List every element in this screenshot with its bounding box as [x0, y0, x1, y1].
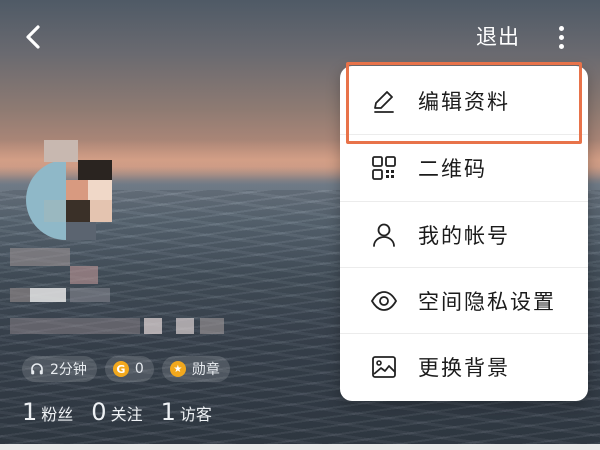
- menu-item-qr-code[interactable]: 二维码: [340, 135, 588, 201]
- image-icon: [370, 353, 398, 381]
- listen-time-badge[interactable]: 2分钟: [22, 356, 97, 382]
- profile-screen: 退出 2分钟 G 0 ★ 勋章 1 粉丝 0 关注 1 访客 编辑资料 二维码 …: [0, 0, 600, 450]
- menu-item-label: 我的帐号: [418, 224, 510, 248]
- bottom-strip: [0, 444, 600, 450]
- visitors-stat[interactable]: 1 访客: [161, 398, 212, 426]
- menu-item-label: 更换背景: [418, 356, 510, 380]
- menu-item-my-account[interactable]: 我的帐号: [340, 202, 588, 268]
- more-vertical-icon: [558, 25, 564, 31]
- medal-icon: ★: [169, 361, 186, 377]
- fans-label: 粉丝: [41, 405, 74, 424]
- fans-stat[interactable]: 1 粉丝: [22, 398, 73, 426]
- medal-label: 勋章: [191, 362, 220, 378]
- following-stat[interactable]: 0 关注: [91, 398, 142, 426]
- exit-button[interactable]: 退出: [476, 22, 520, 52]
- headphones-icon: [31, 363, 43, 375]
- following-count: 0: [91, 398, 107, 426]
- qr-code-icon: [370, 154, 398, 182]
- menu-item-privacy-settings[interactable]: 空间隐私设置: [340, 268, 588, 334]
- menu-item-label: 二维码: [418, 157, 487, 181]
- coin-badge[interactable]: G 0: [104, 356, 154, 382]
- avatar[interactable]: [26, 140, 118, 240]
- edit-pencil-icon: [370, 87, 398, 115]
- coin-icon: G: [112, 361, 129, 377]
- user-icon: [370, 221, 398, 249]
- following-label: 关注: [110, 405, 143, 424]
- blurred-profile-info: [10, 248, 240, 338]
- menu-item-label: 空间隐私设置: [418, 290, 556, 314]
- visitors-count: 1: [160, 398, 176, 426]
- chevron-left-icon: [26, 25, 40, 49]
- menu-item-edit-profile[interactable]: 编辑资料: [340, 68, 588, 134]
- listen-time-text: 2分钟: [50, 362, 87, 378]
- menu-item-change-background[interactable]: 更换背景: [340, 334, 588, 400]
- eye-icon: [370, 287, 398, 315]
- more-menu-button[interactable]: [548, 20, 574, 54]
- follow-stats: 1 粉丝 0 关注 1 访客: [22, 398, 212, 426]
- medal-badge[interactable]: ★ 勋章: [161, 356, 230, 382]
- visitors-label: 访客: [179, 405, 212, 424]
- more-dropdown-menu: 编辑资料 二维码 我的帐号 空间隐私设置 更换背景: [340, 66, 588, 401]
- back-button[interactable]: [18, 20, 48, 54]
- fans-count: 1: [22, 398, 38, 426]
- coin-count: 0: [134, 361, 144, 377]
- badge-row: 2分钟 G 0 ★ 勋章: [22, 356, 230, 382]
- menu-item-label: 编辑资料: [418, 90, 510, 114]
